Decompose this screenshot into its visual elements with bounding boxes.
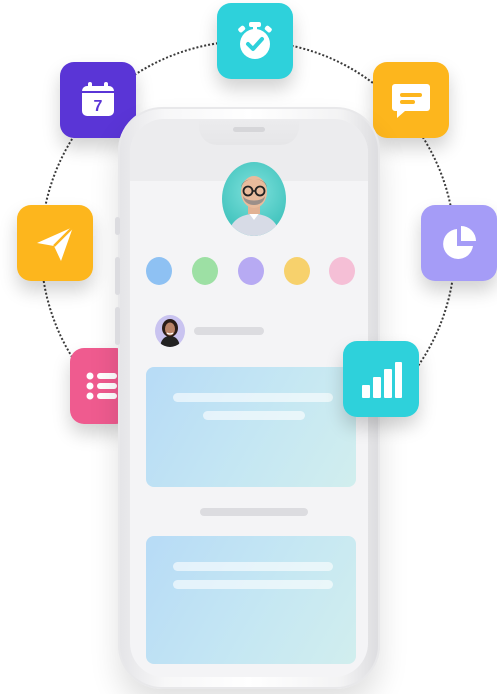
phone-volume-up (115, 257, 120, 295)
content-card[interactable] (146, 367, 356, 487)
card-line-placeholder (173, 562, 333, 571)
phone-screen (130, 119, 368, 677)
paper-plane-icon[interactable] (17, 205, 93, 281)
color-dot-green[interactable] (192, 257, 218, 285)
color-dot-pink[interactable] (329, 257, 355, 285)
card-line-placeholder (203, 411, 305, 420)
calendar-day-number: 7 (94, 98, 103, 115)
card-line-placeholder (173, 393, 333, 402)
bar-chart-icon[interactable] (343, 341, 419, 417)
stopwatch-check-icon[interactable] (217, 3, 293, 79)
phone-mute-switch (115, 217, 120, 235)
pie-chart-icon[interactable] (421, 205, 497, 281)
phone-mockup (115, 107, 380, 689)
chat-bubble-icon[interactable] (373, 62, 449, 138)
section-title-placeholder (200, 508, 308, 516)
user-avatar[interactable] (155, 315, 185, 347)
color-dot-blue[interactable] (146, 257, 172, 285)
user-name-placeholder (194, 327, 264, 335)
content-card[interactable] (146, 536, 356, 664)
card-line-placeholder (173, 580, 333, 589)
profile-avatar[interactable] (222, 162, 286, 236)
phone-notch (199, 119, 299, 145)
phone-speaker (233, 127, 265, 132)
phone-volume-down (115, 307, 120, 345)
color-dot-purple[interactable] (238, 257, 264, 285)
color-dot-yellow[interactable] (284, 257, 310, 285)
